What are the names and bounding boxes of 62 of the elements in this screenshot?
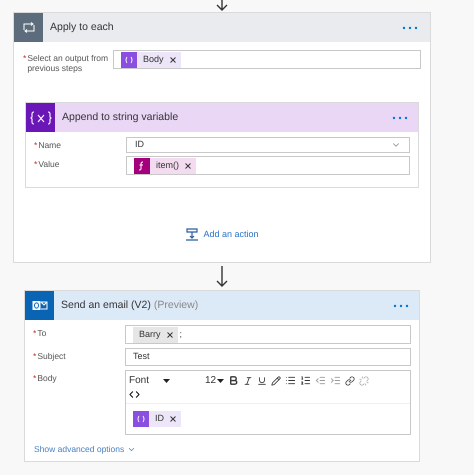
required-mark: * [34, 140, 38, 152]
more-icon[interactable] [393, 304, 409, 308]
token-chip[interactable]: Body [121, 52, 181, 68]
size-dropdown[interactable]: 12 [203, 373, 224, 388]
required-mark: * [33, 328, 36, 340]
required-mark: * [33, 373, 36, 385]
name-dropdown[interactable]: ID [126, 137, 410, 153]
card-header[interactable]: Send an email (V2) (Preview) [25, 291, 419, 320]
function-icon [134, 158, 150, 174]
outdent-icon[interactable] [315, 375, 326, 386]
variable-icon [121, 52, 137, 68]
token-label: ID [155, 412, 164, 426]
token-label: Body [143, 52, 164, 66]
numbered-list-icon[interactable] [300, 375, 312, 386]
bold-icon[interactable] [228, 375, 240, 386]
card-title: Append to string variable [62, 110, 180, 125]
italic-icon[interactable] [243, 376, 254, 386]
token-chip[interactable]: Barry [133, 326, 178, 342]
text-field[interactable]: Test [125, 348, 411, 366]
required-mark: * [33, 351, 36, 363]
card-header[interactable]: Append to string variable [26, 103, 418, 132]
card-title: Apply to each [50, 20, 115, 35]
arrow-icon [216, 266, 228, 288]
add-action-button[interactable]: Add an action [185, 228, 259, 242]
field-label: Body [37, 373, 57, 385]
card-header[interactable]: Apply to each [14, 13, 430, 42]
remove-icon[interactable] [170, 416, 176, 422]
bullet-list-icon[interactable] [285, 375, 296, 386]
remove-icon[interactable] [166, 332, 173, 338]
token-chip[interactable]: ID [133, 411, 181, 427]
font-dropdown[interactable]: Font [129, 373, 199, 388]
variable-icon [133, 411, 149, 427]
field-label: Select an output from previous steps [27, 53, 110, 73]
remove-icon[interactable] [170, 56, 176, 62]
token-label: item() [156, 158, 179, 172]
required-mark: * [23, 53, 26, 65]
add-step-icon [185, 228, 200, 242]
remove-icon[interactable] [185, 162, 191, 168]
more-icon[interactable] [392, 116, 408, 120]
token-field[interactable]: Barry ; [125, 325, 411, 344]
field-label: Value [38, 159, 60, 171]
field-label: To [37, 328, 46, 340]
body-editor[interactable]: Font 12 ID [125, 370, 411, 435]
underline-icon[interactable] [257, 376, 268, 386]
caret-icon [163, 378, 170, 382]
link-icon[interactable] [345, 376, 356, 386]
code-view-icon[interactable] [129, 389, 140, 400]
more-icon[interactable] [402, 26, 418, 30]
separator-text: ; [180, 328, 182, 341]
required-mark: * [34, 159, 38, 171]
token-chip[interactable]: item() [134, 158, 196, 174]
token-field[interactable]: Body [113, 50, 421, 69]
pen-icon[interactable] [271, 376, 282, 386]
indent-icon[interactable] [330, 375, 342, 386]
token-label: Barry [139, 328, 161, 341]
caret-icon [217, 378, 224, 382]
card-title: Send an email (V2) [61, 298, 151, 313]
field-label: Subject [37, 351, 66, 363]
show-advanced-link[interactable]: Show advanced options [34, 443, 136, 456]
token-field[interactable]: item() [126, 156, 410, 175]
field-label: Name [38, 140, 61, 152]
preview-tag: (Preview) [154, 298, 393, 314]
